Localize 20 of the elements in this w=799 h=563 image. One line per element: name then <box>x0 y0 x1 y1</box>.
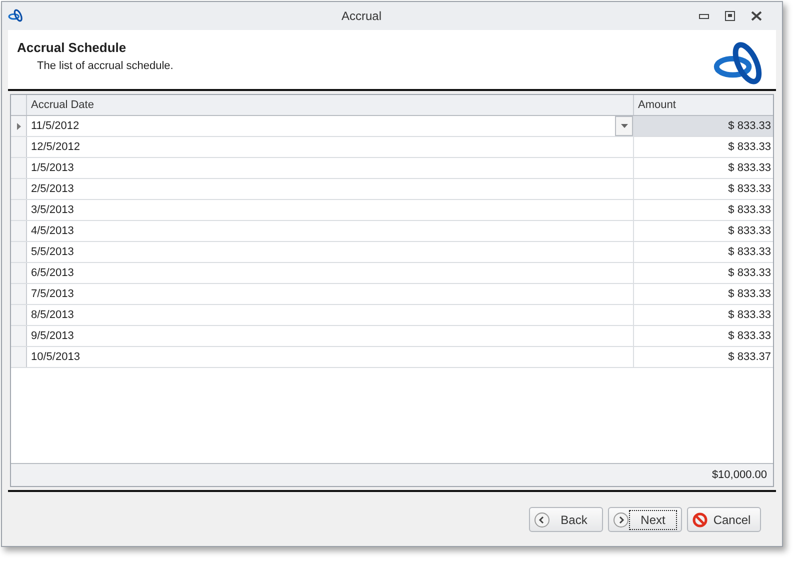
column-header[interactable]: Accrual Date <box>27 95 634 115</box>
back-button[interactable]: Back <box>529 507 603 532</box>
restore-icon[interactable] <box>725 11 735 21</box>
column-header[interactable]: Amount <box>634 95 773 115</box>
page-heading: Accrual Schedule <box>17 39 128 57</box>
chevron-left-icon <box>534 512 550 528</box>
row-pointer-icon <box>16 122 20 130</box>
next-button[interactable]: Next <box>608 507 682 532</box>
cancel-button[interactable]: Cancel <box>687 507 761 532</box>
window-title: Accrual <box>341 8 382 23</box>
chevron-right-icon <box>613 512 629 528</box>
page-subtitle: The list of accrual schedule. <box>36 58 174 74</box>
row-header[interactable] <box>11 116 27 136</box>
caret-icon <box>620 124 628 128</box>
table-cell: $ 833.33 <box>634 116 773 136</box>
prohibited-icon <box>692 512 708 528</box>
total-amount: $10,000.00 <box>712 468 767 483</box>
close-icon[interactable] <box>751 11 762 21</box>
minimize-icon[interactable] <box>699 13 709 19</box>
app-logo-icon <box>8 8 24 24</box>
